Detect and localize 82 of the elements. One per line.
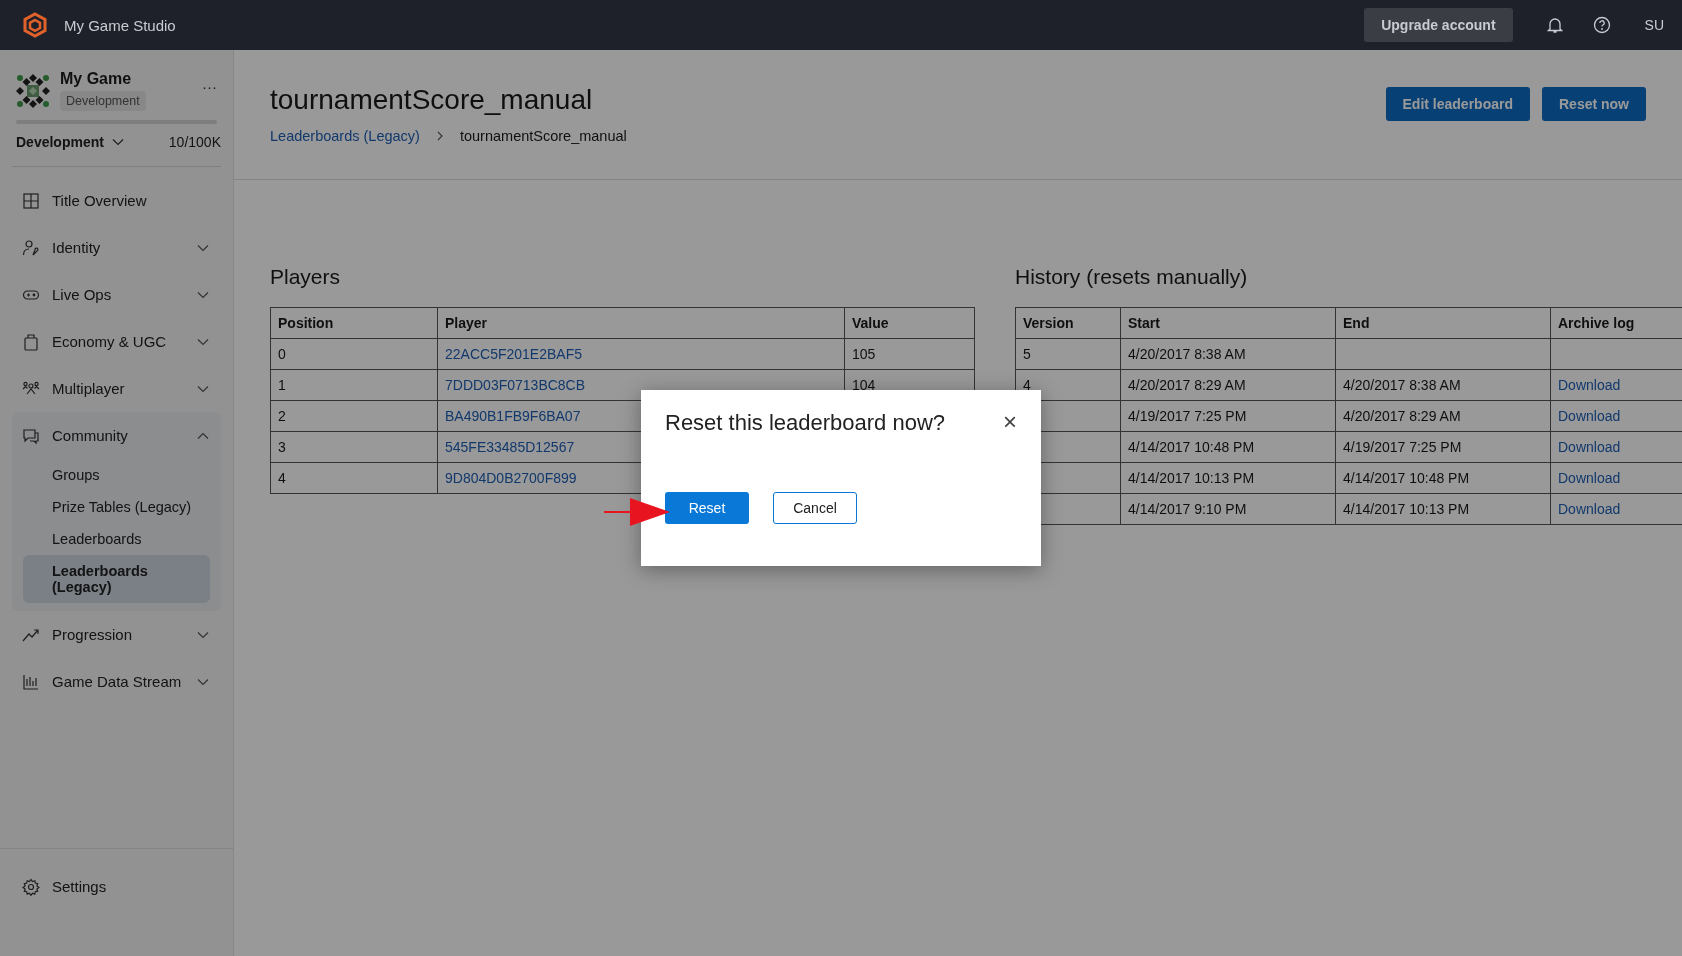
chevron-down-icon: [197, 337, 209, 346]
nav-item[interactable]: Title Overview: [12, 177, 221, 224]
nav-item[interactable]: Multiplayer: [12, 365, 221, 412]
table-cell: 4/20/2017 8:29 AM: [1335, 400, 1551, 432]
table-cell: 4/20/2017 8:38 AM: [1120, 338, 1336, 370]
column-header: Archive log: [1550, 307, 1682, 339]
table-cell: 3: [270, 431, 438, 463]
game-logo-icon: [16, 74, 50, 108]
studio-name: My Game Studio: [64, 16, 176, 34]
table-cell: 105: [844, 338, 975, 370]
nav-item[interactable]: Live Ops: [12, 271, 221, 318]
bag-icon: [22, 332, 40, 351]
chevron-down-icon: [197, 384, 209, 393]
player-link[interactable]: 9D804D0B2700F899: [445, 470, 577, 486]
chevron-down-icon: [197, 290, 209, 299]
more-options-button[interactable]: ···: [202, 78, 217, 95]
table-cell: 4: [270, 462, 438, 494]
dialog-title: Reset this leaderboard now?: [665, 410, 946, 436]
table-cell: 1: [270, 369, 438, 401]
breadcrumb-current: tournamentScore_manual: [459, 128, 627, 144]
chevron-down-icon: [111, 138, 124, 146]
nav-item[interactable]: Community: [12, 412, 221, 459]
breadcrumb-link[interactable]: Leaderboards (Legacy): [270, 128, 420, 144]
column-header: Start: [1120, 307, 1336, 339]
notification-bell-icon[interactable]: [1546, 16, 1563, 34]
breadcrumb-chevron-icon: [435, 131, 444, 141]
hexagon-logo-icon: [22, 12, 48, 38]
nav-item[interactable]: Identity: [12, 224, 221, 271]
column-header: Value: [844, 307, 975, 339]
chevron-up-icon: [197, 431, 209, 440]
nav-item[interactable]: Economy & UGC: [12, 318, 221, 365]
game-name: My Game: [60, 70, 133, 88]
table-cell: 4/14/2017 10:48 PM: [1335, 462, 1551, 494]
column-header: End: [1335, 307, 1551, 339]
table-cell: 4/19/2017 7:25 PM: [1120, 400, 1336, 432]
cancel-button[interactable]: Cancel: [773, 492, 857, 524]
settings-nav-item[interactable]: Settings: [12, 863, 221, 910]
environment-dropdown[interactable]: Development: [16, 134, 124, 150]
player-link[interactable]: 545FE33485D12567: [445, 439, 575, 455]
player-link[interactable]: BA490B1FB9F6BA07: [445, 408, 581, 424]
player-link[interactable]: 22ACC5F201E2BAF5: [445, 346, 582, 362]
nav-item[interactable]: Progression: [12, 611, 221, 658]
environment-badge: Development: [60, 91, 146, 111]
table-cell: 0: [270, 338, 438, 370]
nav-subitem[interactable]: Prize Tables (Legacy): [23, 491, 210, 523]
section-heading: History (resets manually): [1015, 265, 1249, 289]
column-header: Version: [1015, 307, 1121, 339]
column-header: Position: [270, 307, 438, 339]
table-cell: 4/20/2017 8:38 AM: [1335, 369, 1551, 401]
header-button[interactable]: Edit leaderboard: [1385, 87, 1530, 121]
settings-icon: [22, 877, 40, 896]
nav-subitem[interactable]: Groups: [23, 459, 210, 491]
nav-subitem[interactable]: Leaderboards (Legacy): [23, 555, 210, 603]
help-icon[interactable]: [1592, 16, 1611, 34]
chevron-down-icon: [197, 677, 209, 686]
table-cell: 5: [1015, 338, 1121, 370]
user-initials[interactable]: SU: [1644, 17, 1664, 33]
table-cell: 4/14/2017 10:13 PM: [1335, 493, 1551, 525]
table-cell: 2: [270, 400, 438, 432]
chevron-down-icon: [197, 243, 209, 252]
table-cell: 4/20/2017 8:29 AM: [1120, 369, 1336, 401]
nav-subitem[interactable]: Leaderboards: [23, 523, 210, 555]
table-cell: 4/14/2017 10:48 PM: [1120, 431, 1336, 463]
close-button[interactable]: ×: [1003, 410, 1017, 434]
table-cell: 4/14/2017 9:10 PM: [1120, 493, 1336, 525]
bar-chart-icon: [22, 672, 40, 691]
chat-icon: [22, 426, 40, 445]
pointer-arrow: [604, 496, 670, 528]
usage-count: 10/100K: [168, 134, 221, 150]
player-link[interactable]: 7DDD03F0713BC8CB: [445, 377, 586, 393]
grid-icon: [22, 191, 40, 210]
header-button[interactable]: Reset now: [1542, 87, 1646, 121]
person-icon: [22, 238, 40, 257]
column-header: Player: [437, 307, 845, 339]
table-cell: 4/14/2017 10:13 PM: [1120, 462, 1336, 494]
nav-item[interactable]: Game Data Stream: [12, 658, 221, 705]
section-heading: Players: [270, 265, 342, 289]
upgrade-account-button[interactable]: Upgrade account: [1364, 8, 1513, 42]
table-cell: 4/19/2017 7:25 PM: [1335, 431, 1551, 463]
chevron-down-icon: [197, 630, 209, 639]
page-title: tournamentScore_manual: [270, 84, 594, 116]
reset-button[interactable]: Reset: [665, 492, 749, 524]
